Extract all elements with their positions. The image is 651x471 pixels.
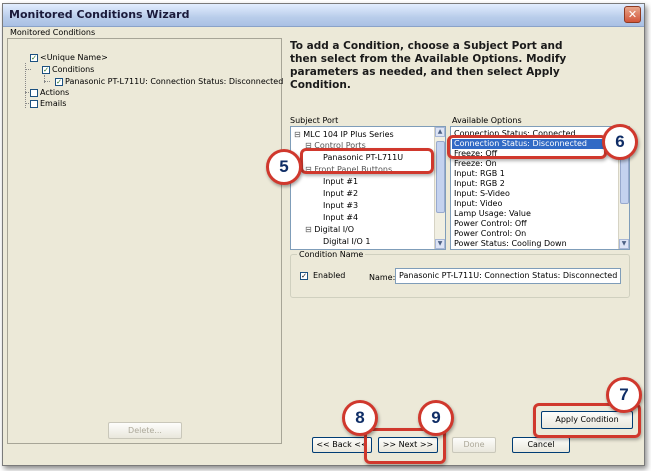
tree-node-input-2[interactable]: Input #2	[323, 189, 358, 198]
done-button[interactable]: Done	[452, 437, 496, 453]
scroll-down-icon[interactable]: ▼	[435, 239, 445, 249]
subject-port-scrollbar[interactable]: ▲ ▼	[434, 127, 445, 249]
checkbox[interactable]: ✓	[30, 53, 38, 62]
scroll-thumb[interactable]	[620, 157, 629, 204]
option-item[interactable]: Lamp Usage: Value	[454, 209, 531, 218]
tree-node-digital-io-1[interactable]: Digital I/O 1	[323, 237, 370, 246]
option-item[interactable]: Input: S-Video	[454, 189, 510, 198]
enabled-checkbox[interactable]: ✓ Enabled	[300, 271, 345, 280]
subject-port-tree[interactable]: ▲ ▼ ⊟ MLC 104 IP Plus Series ⊟ Control P…	[290, 126, 446, 250]
callout-7: 7	[606, 377, 642, 413]
checkbox[interactable]: ✓	[300, 271, 308, 280]
tree-node-device[interactable]: ⊟ MLC 104 IP Plus Series	[294, 130, 394, 139]
condition-name-input[interactable]: Panasonic PT-L711U: Connection Status: D…	[395, 268, 621, 284]
callout-8: 8	[342, 400, 378, 436]
option-item[interactable]: Input: RGB 2	[454, 179, 505, 188]
tree-item-actions[interactable]: Actions	[30, 87, 69, 98]
callout-6: 6	[602, 124, 638, 160]
option-item[interactable]: Input: Video	[454, 199, 502, 208]
option-item[interactable]: Power Control: On	[454, 229, 526, 238]
tree-node-digital-io[interactable]: ⊟ Digital I/O	[305, 225, 354, 234]
condition-name-legend: Condition Name	[297, 250, 366, 259]
window-title: Monitored Conditions Wizard	[9, 8, 190, 21]
scroll-up-icon[interactable]: ▲	[435, 127, 445, 137]
callout-5: 5	[266, 149, 302, 185]
cancel-button[interactable]: Cancel	[512, 437, 570, 453]
tree-item-emails[interactable]: Emails	[30, 98, 66, 109]
delete-button[interactable]: Delete...	[108, 422, 182, 439]
title-bar: Monitored Conditions Wizard ✕	[3, 4, 644, 27]
screenshot: Monitored Conditions Wizard ✕ Monitored …	[0, 0, 651, 471]
instruction-text: To add a Condition, choose a Subject Por…	[290, 40, 567, 91]
callout-9: 9	[418, 400, 454, 436]
tree-node-input-1[interactable]: Input #1	[323, 177, 358, 186]
option-item[interactable]: Power Control: Off	[454, 219, 527, 228]
option-item[interactable]: Freeze: On	[454, 159, 497, 168]
checkbox[interactable]: ✓	[55, 77, 63, 86]
callout-5-highlight	[300, 148, 434, 174]
tree-item-conditions[interactable]: ✓ Conditions	[42, 64, 94, 75]
tree-item-unique-name[interactable]: ✓ <Unique Name>	[30, 52, 108, 63]
callout-6-highlight	[447, 135, 607, 159]
tree-node-input-3[interactable]: Input #3	[323, 201, 358, 210]
tree-item-condition-entry[interactable]: ✓ Panasonic PT-L711U: Connection Status:…	[55, 76, 283, 87]
checkbox[interactable]	[30, 88, 38, 97]
option-item[interactable]: Input: RGB 1	[454, 169, 505, 178]
name-label: Name:	[369, 273, 396, 282]
checkbox[interactable]: ✓	[42, 65, 50, 74]
close-icon[interactable]: ✕	[624, 6, 641, 23]
available-options-label: Available Options	[452, 116, 522, 125]
option-item[interactable]: Power Status: Cooling Down	[454, 239, 567, 248]
subject-port-label: Subject Port	[290, 116, 339, 125]
back-button[interactable]: << Back <<	[312, 437, 372, 453]
tree-node-input-4[interactable]: Input #4	[323, 213, 358, 222]
scroll-thumb[interactable]	[436, 141, 445, 213]
scroll-down-icon[interactable]: ▼	[619, 239, 629, 249]
monitored-conditions-label: Monitored Conditions	[10, 28, 96, 37]
checkbox[interactable]	[30, 99, 38, 108]
